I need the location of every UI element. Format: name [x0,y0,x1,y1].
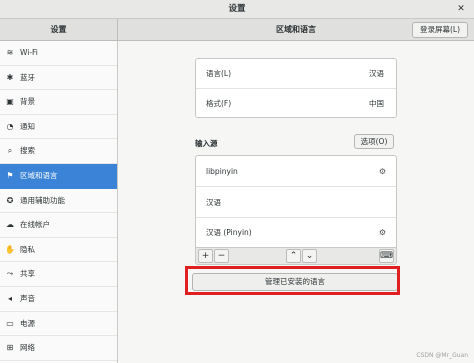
sidebar-item-label: 背景 [20,97,35,107]
sound-icon: ◂ [7,293,12,303]
sidebar-item-power[interactable]: ▭ 电源 [0,312,117,337]
formats-value: 中国 [369,99,384,108]
sidebar-item-label: 通知 [20,121,35,131]
sidebar-header: 设置 [0,19,118,41]
sidebar-item-sharing[interactable]: ⤳ 共享 [0,262,117,287]
region-frame: 语言(L) 汉语 格式(F) 中国 [195,58,397,118]
sharing-icon: ⤳ [6,269,14,279]
list-item[interactable]: libpinyin ⚙ [196,156,396,187]
list-item[interactable]: 汉语 (Pinyin) ⚙ [196,218,396,248]
move-up-button[interactable]: ⌃ [286,249,301,263]
sidebar-item-privacy[interactable]: ✋ 隐私 [0,238,117,263]
list-item[interactable]: 汉语 [196,187,396,218]
notification-icon: ◔ [6,121,14,131]
move-down-button[interactable]: ⌄ [302,249,317,263]
sidebar-item-bluetooth[interactable]: ✱ 蓝牙 [0,66,117,91]
language-label: 语言(L) [206,69,232,78]
accessibility-icon: ✪ [6,195,14,205]
input-sources-title: 输入源 [195,139,218,148]
main-panel: 语言(L) 汉语 格式(F) 中国 输入源 选项(O) libpinyin ⚙ … [118,41,474,363]
bluetooth-icon: ✱ [6,72,14,82]
sidebar-item-label: 蓝牙 [20,72,35,82]
input-source-label: libpinyin [206,167,238,176]
search-icon: ⌕ [7,146,13,156]
sidebar-item-search[interactable]: ⌕ 搜索 [0,139,117,164]
input-options-button[interactable]: 选项(O) [354,134,394,149]
sidebar: ≋ Wi-Fi ✱ 蓝牙 ▣ 背景 ◔ 通知 ⌕ 搜索 ⚑ 区域和语言 ✪ 通用… [0,41,118,363]
sidebar-item-label: 网络 [20,343,35,353]
sidebar-item-label: Wi-Fi [20,48,38,57]
sidebar-item-label: 在线帐户 [20,220,50,230]
sidebar-item-label: 共享 [20,269,35,279]
sidebar-item-accessibility[interactable]: ✪ 通用辅助功能 [0,189,117,214]
input-source-label: 汉语 [206,198,221,207]
sidebar-item-label: 区域和语言 [20,170,58,180]
background-icon: ▣ [6,97,14,107]
privacy-icon: ✋ [5,244,15,254]
sidebar-item-online-accounts[interactable]: ☁ 在线帐户 [0,213,117,238]
sidebar-item-region[interactable]: ⚑ 区域和语言 [0,163,117,189]
login-screen-button[interactable]: 登录屏幕(L) [412,22,468,38]
add-input-source-button[interactable]: + [198,249,213,263]
sidebar-item-label: 电源 [20,318,35,328]
power-icon: ▭ [6,318,14,328]
sidebar-item-label: 通用辅助功能 [20,195,65,205]
keyboard-layout-icon[interactable]: ⌨ [379,249,394,263]
input-source-label: 汉语 (Pinyin) [206,228,252,237]
language-value: 汉语 [369,69,384,78]
formats-label: 格式(F) [206,99,232,108]
sidebar-item-label: 隐私 [20,244,35,254]
settings-icon[interactable]: ⚙ [379,156,386,187]
sidebar-item-background[interactable]: ▣ 背景 [0,90,117,115]
remove-input-source-button[interactable]: − [214,249,229,263]
settings-icon[interactable]: ⚙ [379,218,386,248]
window-titlebar: 设置 ✕ [0,0,474,19]
formats-row[interactable]: 格式(F) 中国 [196,89,396,118]
wifi-icon: ≋ [6,48,14,57]
close-icon[interactable]: ✕ [455,3,467,15]
language-row[interactable]: 语言(L) 汉语 [196,59,396,89]
network-icon: ⊞ [6,343,14,353]
sidebar-title: 设置 [50,25,67,34]
watermark: CSDN @Mr_Guan [416,352,468,359]
sidebar-item-wifi[interactable]: ≋ Wi-Fi [0,41,117,66]
sidebar-item-network[interactable]: ⊞ 网络 [0,336,117,361]
input-sources-list: libpinyin ⚙ 汉语 汉语 (Pinyin) ⚙ [195,155,397,248]
online-accounts-icon: ☁ [6,220,14,230]
sidebar-item-notifications[interactable]: ◔ 通知 [0,115,117,140]
header-bar: 设置 区域和语言 登录屏幕(L) [0,19,474,41]
region-icon: ⚑ [6,170,14,180]
sidebar-item-sound[interactable]: ◂ 声音 [0,287,117,312]
window-title: 设置 [228,4,246,14]
highlight-annotation [185,266,400,295]
input-sources-toolbar: + − ⌃ ⌄ ⌨ [195,248,397,265]
sidebar-item-label: 搜索 [20,146,35,156]
sidebar-item-label: 声音 [20,293,35,303]
